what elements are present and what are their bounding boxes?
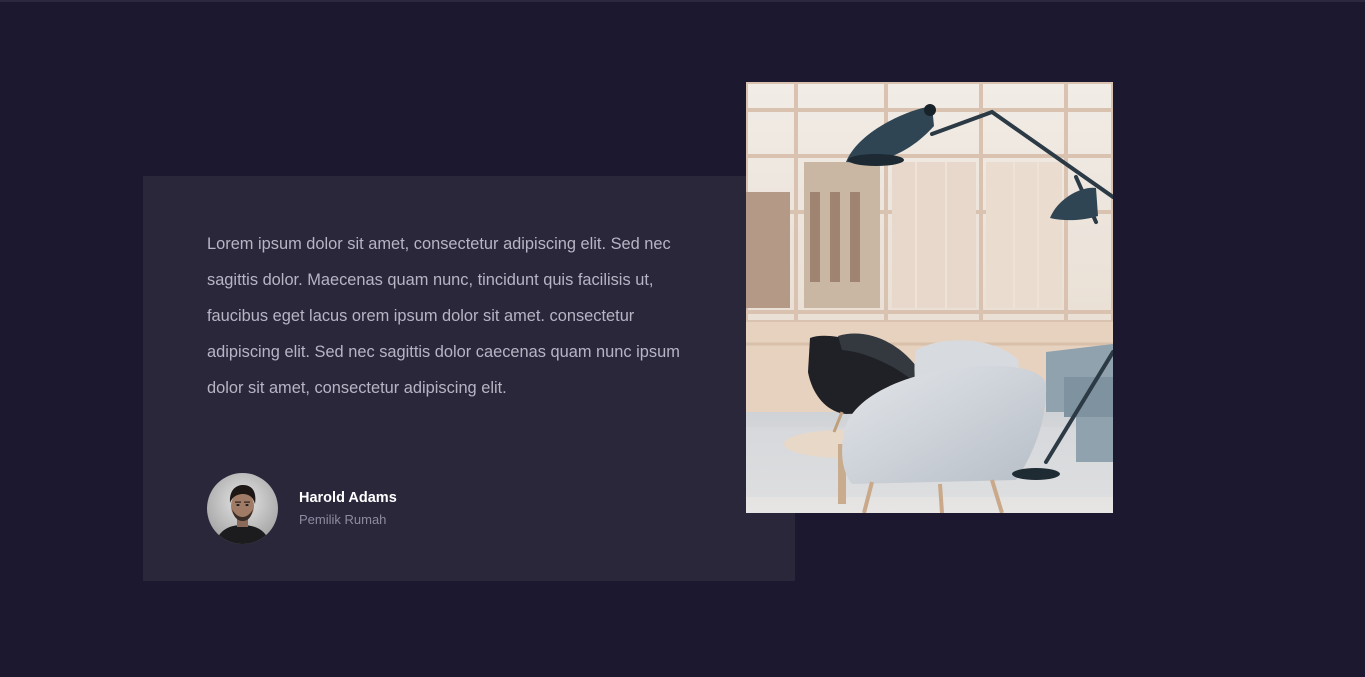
testimonial-quote: Lorem ipsum dolor sit amet, consectetur … (207, 235, 680, 397)
author-avatar (207, 472, 278, 544)
author-role: Pemilik Rumah (299, 512, 387, 527)
interior-lounge-image (746, 82, 1113, 513)
testimonial-card: Lorem ipsum dolor sit amet, consectetur … (143, 176, 795, 581)
author-meta: Harold Adams Pemilik Rumah (299, 488, 397, 530)
author-name: Harold Adams (299, 490, 397, 506)
testimonial-section: Lorem ipsum dolor sit amet, consectetur … (0, 0, 1365, 677)
testimonial-author: Harold Adams Pemilik Rumah (207, 472, 397, 544)
interior-photo (746, 82, 1113, 513)
author-portrait-image (207, 472, 278, 544)
